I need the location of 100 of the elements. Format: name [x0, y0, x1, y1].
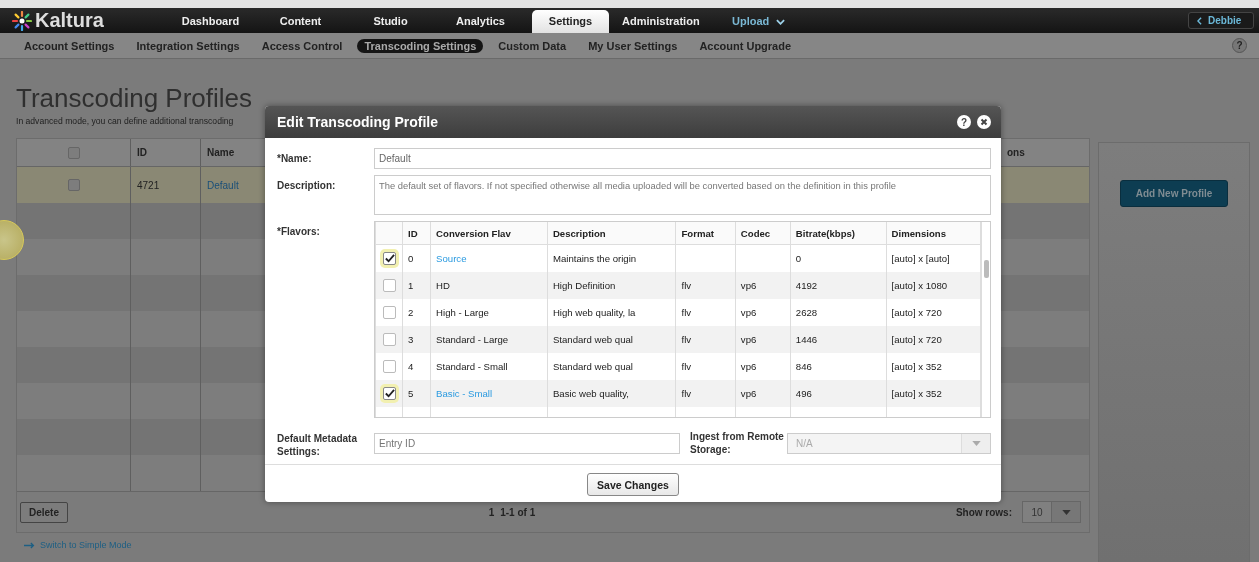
table-cell: 846	[795, 361, 812, 372]
subnav-item[interactable]: Account Upgrade	[699, 39, 792, 52]
show-rows-label: Show rows:	[955, 506, 1012, 518]
table-cell: Standard web qual	[552, 361, 633, 372]
scrollbar[interactable]	[981, 222, 990, 417]
user-button[interactable]: Debbie	[1188, 12, 1254, 29]
checkbox[interactable]	[382, 279, 396, 292]
column-header: Format	[675, 222, 736, 245]
delete-button[interactable]: Delete	[20, 501, 68, 523]
subnav-item[interactable]: Integration Settings	[136, 39, 240, 52]
dialog-title: Edit Transcoding Profile	[277, 114, 439, 130]
table-cell: High web quality, la	[552, 307, 636, 318]
field-label: Description:	[277, 179, 337, 192]
table-row[interactable]: 1 HD High Definition flv vp6 4192 [auto] x 1080	[375, 272, 981, 299]
help-button[interactable]: ?	[1232, 38, 1247, 53]
dropdown-arrow-icon	[1061, 509, 1071, 515]
field-label: Default Metadata Settings:	[277, 432, 358, 458]
metadata-field[interactable]: Entry ID	[374, 432, 680, 454]
table-cell: flv	[681, 361, 692, 372]
table-cell: 4192	[795, 280, 818, 291]
checkbox[interactable]	[382, 333, 396, 346]
checkbox[interactable]	[382, 360, 396, 373]
arrow-right-icon	[24, 541, 36, 549]
dropdown-arrow-icon	[971, 440, 981, 446]
field-label: *Flavors:	[277, 225, 321, 238]
subnav-item[interactable]: My User Settings	[588, 39, 678, 52]
table-cell: 2	[408, 307, 414, 318]
subnav-item[interactable]: Account Settings	[24, 39, 115, 52]
page-subtitle: In advanced mode, you can define additional transcoding	[16, 116, 235, 126]
table-cell: 4	[408, 361, 414, 372]
subnav-item[interactable]: Transcoding Settings	[357, 38, 484, 53]
table-cell: vp6	[740, 280, 757, 291]
table-cell: [auto] x 720	[891, 307, 942, 318]
column-header: ons	[1006, 146, 1026, 160]
table-cell: [auto] x 720	[891, 334, 942, 345]
nav-tab[interactable]: Administration	[622, 10, 699, 33]
checkbox[interactable]	[67, 179, 80, 191]
table-cell: Maintains the origin	[552, 253, 637, 264]
page-range: 1-1 of 1	[500, 506, 536, 518]
table-cell: HD	[436, 280, 450, 291]
table-cell: 1446	[795, 334, 818, 345]
column-header: Conversion Flav	[430, 222, 548, 245]
subnav-item[interactable]: Custom Data	[498, 39, 567, 52]
description-field[interactable]: The default set of flavors. If not specified otherwise all media uploaded will be converted based on the definition in this profile	[374, 175, 991, 215]
table-cell: flv	[681, 307, 692, 318]
table-cell: 5	[408, 388, 414, 399]
nav-tab[interactable]: Dashboard	[172, 10, 249, 33]
logo-icon	[12, 10, 32, 31]
table-cell: [auto] x 1080	[891, 280, 948, 291]
table-row[interactable]: 5 Basic - Small Basic web quality, flv vp6 496 [auto] x 352	[375, 380, 981, 407]
table-cell: 0	[795, 253, 802, 264]
table-cell: [auto] x 352	[891, 388, 942, 399]
save-button[interactable]: Save Changes	[587, 473, 679, 496]
table-cell: Standard web qual	[552, 334, 633, 345]
checkbox[interactable]	[382, 252, 396, 265]
table-cell: flv	[681, 334, 692, 345]
checkbox[interactable]	[382, 306, 396, 319]
table-cell: 496	[795, 388, 812, 399]
table-cell: 0	[408, 253, 414, 264]
page-title: Transcoding Profiles	[16, 83, 254, 113]
table-cell: High - Large	[436, 307, 489, 318]
column-header: ID	[402, 222, 431, 245]
nav-tab[interactable]: Analytics	[442, 10, 519, 33]
table-cell: flv	[681, 388, 692, 399]
table-cell: Standard - Small	[436, 361, 508, 372]
upload-menu[interactable]: Upload	[732, 10, 786, 33]
chevron-left-icon	[1197, 16, 1202, 25]
table-cell: vp6	[740, 334, 757, 345]
nav-tab[interactable]: Settings	[532, 10, 609, 33]
table-cell: 1	[408, 280, 414, 291]
column-header: Description	[547, 222, 676, 245]
table-row[interactable]: 3 Standard - Large Standard web qual flv vp6 1446 [auto] x 720	[375, 326, 981, 353]
chevron-down-icon	[776, 18, 786, 25]
table-cell: [auto] x 352	[891, 361, 942, 372]
logo-text: Kaltura	[35, 9, 104, 32]
subnav-item[interactable]: Access Control	[261, 39, 343, 52]
name-field[interactable]: Default	[374, 148, 991, 169]
table-cell: Source	[436, 253, 467, 264]
table-cell: flv	[681, 280, 692, 291]
table-cell: Basic - Small	[436, 388, 493, 399]
table-cell: vp6	[740, 307, 757, 318]
nav-tab[interactable]: Studio	[352, 10, 429, 33]
table-cell: High Definition	[552, 280, 616, 291]
checkbox[interactable]	[67, 146, 80, 159]
table-cell: Standard - Large	[436, 334, 509, 345]
page-number[interactable]: 1	[488, 506, 495, 518]
column-header: ID	[131, 139, 201, 166]
field-label: Ingest from Remote Storage:	[690, 430, 785, 456]
help-button[interactable]: ?	[957, 115, 971, 129]
table-cell: [auto] x [auto]	[891, 253, 950, 264]
close-icon[interactable]	[977, 115, 991, 129]
table-cell: 2628	[795, 307, 818, 318]
table-cell: Basic web quality,	[552, 388, 629, 399]
checkbox[interactable]	[382, 387, 396, 400]
column-header: Codec	[735, 222, 791, 245]
table-cell: vp6	[740, 388, 757, 399]
table-cell: 3	[408, 334, 414, 345]
column-header: Dimensions	[886, 222, 981, 245]
table-cell: vp6	[740, 361, 757, 372]
nav-tab[interactable]: Content	[262, 10, 339, 33]
